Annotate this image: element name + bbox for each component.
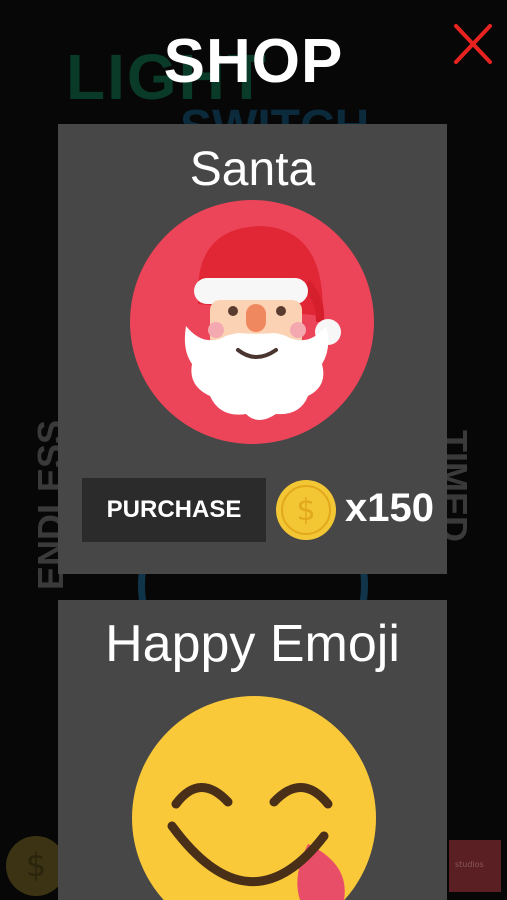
close-icon <box>454 24 492 64</box>
close-button[interactable] <box>452 22 494 66</box>
coin-icon: $ <box>276 480 336 540</box>
item-name: Happy Emoji <box>105 615 400 673</box>
background-studio-logo: studios <box>449 840 501 892</box>
shop-item-happy-emoji: Happy Emoji <box>58 600 447 900</box>
santa-icon <box>130 200 374 444</box>
purchase-button[interactable]: PURCHASE <box>82 478 266 542</box>
svg-text:$: $ <box>296 493 315 528</box>
happy-emoji-icon <box>132 696 376 900</box>
shop-item-santa: Santa PURCHASE $ x150 <box>58 124 447 574</box>
item-price: x150 <box>345 486 434 530</box>
shop-title: SHOP <box>163 27 344 96</box>
item-name: Santa <box>189 143 316 196</box>
background-coin-icon: $ <box>6 836 66 896</box>
